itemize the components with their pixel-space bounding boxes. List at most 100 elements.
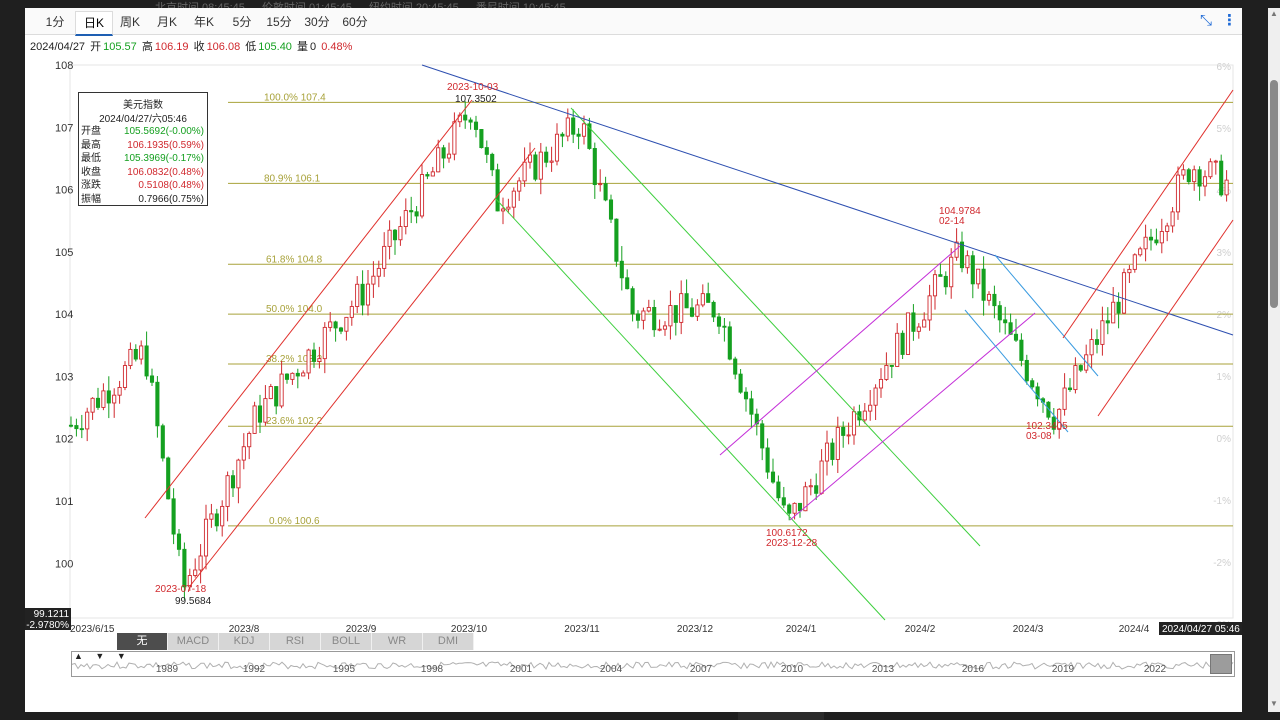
y-tick-label: 107: [55, 122, 73, 134]
scroll-thumb[interactable]: [1270, 80, 1278, 308]
candle-body: [1073, 365, 1078, 391]
candle-body: [333, 321, 338, 329]
candle-body: [1067, 387, 1073, 391]
candle-body: [155, 381, 160, 427]
navigator-year-label: 2007: [690, 664, 713, 675]
indicator-tab-macd[interactable]: MACD: [168, 633, 219, 650]
candle-body: [220, 505, 225, 527]
candle-body: [522, 161, 527, 182]
candle-body: [760, 423, 765, 449]
indicator-tab-wr[interactable]: WR: [372, 633, 423, 650]
candle-body: [668, 305, 673, 327]
candle-body: [895, 332, 900, 367]
candle-body: [176, 533, 182, 550]
candle-body: [749, 398, 754, 415]
navigator-year-label: 2019: [1052, 664, 1075, 675]
navigator-year-label: 1989: [156, 664, 179, 675]
candle-body: [1132, 254, 1137, 270]
candle-body: [608, 199, 614, 220]
candle-body: [889, 364, 894, 367]
candle-body: [484, 147, 489, 155]
candle-body: [706, 293, 711, 303]
candle-body: [290, 372, 295, 380]
info-row-high: 最高 106.1935(0.59%): [79, 139, 207, 153]
candle-body: [787, 504, 792, 514]
x-cursor-label: 2024/04/27 05:46: [1162, 624, 1240, 635]
candle-body: [500, 208, 506, 212]
navigator-year-label: 1995: [333, 664, 356, 675]
pct-tick-label: 0%: [1217, 434, 1232, 445]
scroll-down-icon[interactable]: ▼: [1268, 698, 1280, 710]
annotation-value: 100.6172: [766, 528, 808, 539]
candle-body: [943, 275, 948, 288]
pct-tick-label: 2%: [1217, 310, 1232, 321]
candle-body: [441, 147, 446, 159]
candle-body: [117, 387, 122, 396]
candle-body: [576, 133, 581, 137]
annotation-date: 03-08: [1026, 431, 1052, 442]
candle-body: [122, 365, 128, 388]
candle-body: [565, 117, 570, 137]
indicator-tab-boll[interactable]: BOLL: [321, 633, 372, 650]
candle-body: [938, 274, 943, 277]
candle-body: [387, 229, 392, 247]
indicator-tab-rsi[interactable]: RSI: [270, 633, 321, 650]
pct-tick-label: 5%: [1217, 124, 1232, 135]
candle-body: [695, 304, 700, 317]
navigator-year-label: 2010: [781, 664, 804, 675]
info-row-low: 最低 105.3969(-0.17%): [79, 152, 207, 166]
navigator-year-label: 1992: [243, 664, 266, 675]
history-navigator[interactable]: ▲ ▼ ▼ 1989 1992 1995 1998 2001 2004 2007 2010 20…: [71, 651, 1235, 677]
candle-body: [814, 485, 819, 494]
candle-body: [322, 326, 327, 360]
candle-body: [619, 260, 624, 279]
candle-body: [592, 148, 597, 186]
ohlc-info-box: 美元指数 2024/04/27/六05:46 开盘 105.5692(-0.00%…: [78, 92, 208, 206]
candle-body: [1219, 160, 1224, 196]
candle-body: [711, 301, 716, 318]
candle-body: [317, 358, 322, 362]
candle-body: [916, 326, 921, 332]
candle-body: [981, 268, 986, 301]
pct-tick-label: -1%: [1213, 496, 1231, 507]
candle-body: [495, 169, 500, 212]
y-tick-label: 104: [55, 309, 73, 321]
candle-body: [468, 119, 473, 123]
candle-body: [182, 548, 187, 588]
info-key: 收盘: [81, 166, 101, 178]
candle-body: [1013, 333, 1019, 341]
candle-body: [171, 498, 176, 535]
candle-body: [1116, 301, 1121, 314]
candle-body: [1100, 320, 1105, 345]
candle-body: [808, 485, 813, 488]
candle-body: [1175, 174, 1181, 213]
candle-body: [992, 293, 997, 307]
indicator-tab-dmi[interactable]: DMI: [423, 633, 474, 650]
fib-level-label: 61.8% 104.8: [266, 254, 323, 265]
candle-body: [279, 373, 284, 407]
candle-body: [236, 459, 241, 489]
candle-body: [873, 387, 878, 406]
page-scrollbar[interactable]: ▲ ▼: [1268, 8, 1280, 712]
info-symbol: 美元指数: [123, 100, 163, 111]
candle-body: [797, 502, 803, 512]
info-key: 最低: [81, 153, 101, 164]
candle-body: [68, 424, 74, 427]
candle-body: [473, 121, 479, 130]
candle-body: [722, 325, 727, 328]
candle-body: [679, 293, 684, 323]
y-cursor-pct: -2.9780%: [26, 620, 69, 631]
candle-body: [479, 129, 484, 149]
indicator-tab-none[interactable]: 无: [117, 633, 168, 650]
candle-body: [581, 123, 587, 137]
candle-body: [230, 475, 236, 489]
y-tick-label: 108: [55, 60, 73, 72]
info-key: 振幅: [81, 193, 101, 205]
scroll-up-icon[interactable]: ▲: [1268, 8, 1280, 20]
candle-body: [689, 307, 695, 317]
x-tick-label: 2024/3: [1013, 624, 1044, 635]
navigator-year-label: 2001: [510, 664, 533, 675]
indicator-tab-kdj[interactable]: KDJ: [219, 633, 270, 650]
navigator-handle[interactable]: [1210, 654, 1232, 674]
candle-body: [257, 405, 263, 423]
